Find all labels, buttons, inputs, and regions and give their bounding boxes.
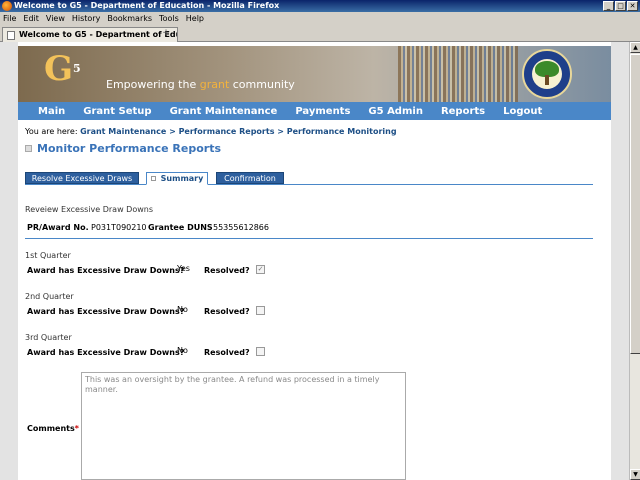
collapse-icon[interactable] [25,145,32,152]
resolved-label: Resolved? [204,307,250,316]
sub-tabs: Resolve Excessive Draws Summary Confirma… [25,172,593,185]
window-title: Welcome to G5 - Department of Education … [14,1,280,10]
page-title: Monitor Performance Reports [25,142,221,155]
window-controls: _ □ ✕ [603,1,638,11]
menu-help[interactable]: Help [186,14,204,23]
g5-banner: G5 Empowering the grant community [18,46,611,102]
left-gutter [0,42,18,480]
award-value: P031T090210 [91,223,147,232]
menu-tools[interactable]: Tools [159,14,179,23]
nav-reports[interactable]: Reports [441,106,485,117]
quarter-answer: No [177,346,188,355]
breadcrumb: You are here: Grant Maintenance > Perfor… [25,127,397,136]
divider [25,238,593,239]
nav-main[interactable]: Main [38,106,65,117]
quarter-name: 2nd Quarter [25,292,74,301]
quarter-answer: No [177,305,188,314]
menu-view[interactable]: View [46,14,65,23]
page-viewport: G5 Empowering the grant community Main G… [0,42,629,480]
scroll-thumb[interactable] [630,54,640,354]
review-heading: Reveiew Excessive Draw Downs [25,205,154,214]
g5-logo: G5 [44,49,81,89]
page-icon [7,31,15,40]
resolved-label: Resolved? [204,266,250,275]
browser-tab-bar: Welcome to G5 - Department of Educ... + [0,25,640,42]
scroll-up-icon[interactable]: ▲ [630,42,640,53]
resolved-label: Resolved? [204,348,250,357]
resolved-checkbox[interactable] [256,306,265,315]
quarter-question: Award has Excessive Draw Downs? [27,266,185,275]
window-title-bar: Welcome to G5 - Department of Education … [0,0,640,12]
department-seal-icon [522,49,572,99]
resolved-checkbox[interactable] [256,347,265,356]
nav-logout[interactable]: Logout [503,106,542,117]
tab-resolve-excessive-draws[interactable]: Resolve Excessive Draws [25,172,139,184]
page-content: G5 Empowering the grant community Main G… [18,42,611,480]
quarter-answer: Yes [177,264,190,273]
maximize-button[interactable]: □ [615,1,626,11]
library-image [398,46,518,102]
tab-summary[interactable]: Summary [146,172,208,185]
scroll-down-icon[interactable]: ▼ [630,469,640,480]
duns-value: 55355612866 [213,223,269,232]
minimize-button[interactable]: _ [603,1,614,11]
tab-confirmation[interactable]: Confirmation [216,172,284,184]
firefox-icon [2,1,12,11]
menu-file[interactable]: File [3,14,16,23]
nav-payments[interactable]: Payments [295,106,350,117]
resolved-checkbox[interactable]: ✓ [256,265,265,274]
menu-edit[interactable]: Edit [23,14,39,23]
right-gutter [611,42,629,480]
nav-grant-maintenance[interactable]: Grant Maintenance [170,106,278,117]
menu-bar: File Edit View History Bookmarks Tools H… [0,12,640,25]
award-label: PR/Award No. [27,223,89,232]
menu-bookmarks[interactable]: Bookmarks [107,14,152,23]
browser-tab[interactable]: Welcome to G5 - Department of Educ... [2,27,178,42]
tagline: Empowering the grant community [106,78,295,91]
menu-history[interactable]: History [72,14,100,23]
new-tab-icon[interactable]: + [160,29,172,39]
quarter-question: Award has Excessive Draw Downs? [27,348,185,357]
comments-label: Comments* [27,424,79,433]
required-mark: * [74,424,79,433]
quarter-question: Award has Excessive Draw Downs? [27,307,185,316]
main-nav: Main Grant Setup Grant Maintenance Payme… [18,102,611,120]
duns-label: Grantee DUNS [148,223,213,232]
quarter-name: 3rd Quarter [25,333,72,342]
vertical-scrollbar[interactable]: ▲ ▼ [629,42,640,480]
browser-tab-label: Welcome to G5 - Department of Educ... [19,30,178,39]
breadcrumb-path[interactable]: Grant Maintenance > Performance Reports … [80,127,397,136]
quarter-name: 1st Quarter [25,251,71,260]
nav-g5-admin[interactable]: G5 Admin [368,106,423,117]
comments-textarea[interactable]: This was an oversight by the grantee. A … [81,372,406,480]
nav-grant-setup[interactable]: Grant Setup [83,106,151,117]
tab-checkbox-icon [150,176,156,181]
close-button[interactable]: ✕ [627,1,638,11]
